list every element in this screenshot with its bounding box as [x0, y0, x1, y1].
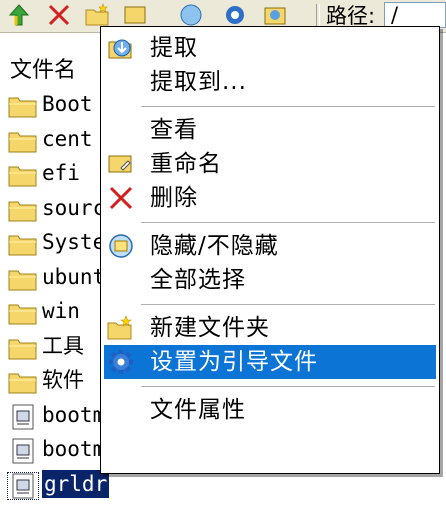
file-name: 软件	[42, 368, 84, 392]
file-name: cent	[42, 126, 93, 151]
new-folder-icon	[106, 314, 136, 342]
delete-x-icon[interactable]	[46, 2, 72, 28]
rename-icon[interactable]	[122, 2, 148, 28]
context-menu: 提取提取到... 查看重命名删除隐藏/不隐藏 全部选择新建文件夹设置为引导文件 文件属…	[100, 26, 440, 474]
extract-icon[interactable]	[262, 2, 288, 28]
gear-icon	[106, 348, 136, 376]
file-icon	[7, 471, 39, 500]
extract-icon	[106, 34, 136, 62]
file-name: bootm	[42, 437, 106, 461]
folder-icon	[8, 335, 38, 361]
menu-item-label: 全部选择	[150, 267, 246, 293]
file-icon	[8, 404, 38, 430]
file-name: 工具	[42, 333, 84, 358]
menu-item[interactable]: 隐藏/不隐藏	[104, 229, 436, 263]
menu-item-label: 删除	[150, 185, 198, 211]
folder-icon	[8, 128, 38, 154]
toolbar-separator	[316, 4, 320, 26]
delete-x-icon	[106, 184, 136, 212]
menu-separator	[141, 386, 435, 387]
menu-separator	[141, 304, 435, 305]
file-name: Syste	[42, 230, 106, 254]
menu-item[interactable]: 全部选择	[104, 263, 436, 297]
folder-icon	[8, 266, 38, 292]
file-name: ubunt	[42, 264, 106, 289]
menu-item[interactable]: 文件属性	[104, 393, 436, 427]
hide-icon	[106, 232, 136, 260]
menu-item[interactable]: 删除	[104, 181, 436, 215]
rename-icon	[106, 150, 136, 178]
folder-icon	[8, 369, 38, 395]
column-header-filename[interactable]: 文件名	[10, 52, 76, 84]
menu-item-label: 设置为引导文件	[150, 349, 318, 375]
gear-icon[interactable]	[222, 2, 248, 28]
menu-item[interactable]: 提取到...	[104, 65, 436, 99]
folder-icon	[8, 231, 38, 257]
file-name: sourc	[42, 195, 106, 220]
folder-icon	[8, 93, 38, 119]
folder-icon	[8, 300, 38, 326]
menu-item-label: 隐藏/不隐藏	[150, 233, 279, 259]
menu-item-label: 新建文件夹	[150, 315, 270, 341]
folder-icon	[8, 197, 38, 223]
menu-separator	[141, 106, 435, 107]
file-name: efi	[42, 161, 80, 185]
hide-icon[interactable]	[178, 2, 204, 28]
menu-item[interactable]: 设置为引导文件	[104, 345, 436, 379]
path-input[interactable]: /	[384, 2, 446, 28]
menu-item-label: 查看	[150, 117, 198, 143]
file-name: win	[42, 299, 80, 323]
new-folder-icon[interactable]	[84, 2, 110, 28]
file-icon	[8, 438, 38, 464]
menu-item-label: 文件属性	[150, 397, 246, 423]
menu-separator	[141, 222, 435, 223]
menu-item[interactable]: 重命名	[104, 147, 436, 181]
folder-icon	[8, 162, 38, 188]
menu-item[interactable]: 提取	[104, 31, 436, 65]
up-arrow-icon[interactable]	[6, 2, 32, 28]
file-name: bootm	[42, 402, 106, 427]
menu-item[interactable]: 查看	[104, 113, 436, 147]
menu-item[interactable]: 新建文件夹	[104, 311, 436, 345]
file-name: Boot	[42, 92, 93, 116]
menu-item-label: 重命名	[150, 151, 222, 177]
menu-item-label: 提取到...	[150, 69, 247, 95]
menu-item-label: 提取	[150, 35, 198, 61]
